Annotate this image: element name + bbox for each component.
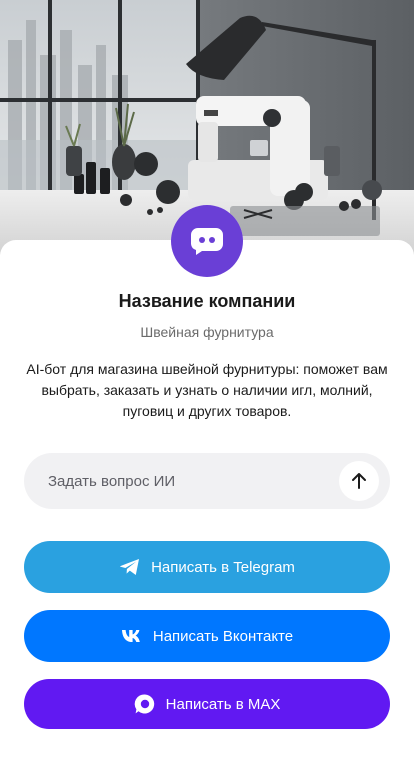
vk-button-label: Написать Вконтакте xyxy=(152,627,294,645)
vk-icon xyxy=(121,629,143,643)
arrow-up-icon xyxy=(352,473,366,489)
telegram-button-label: Написать в Telegram xyxy=(151,558,295,576)
company-logo xyxy=(171,205,243,277)
landing-page: Название компании Швейная фурнитура AI-б… xyxy=(0,0,414,770)
logo-badge xyxy=(171,205,243,277)
vk-button[interactable]: Написать Вконтакте xyxy=(24,610,390,662)
company-description: AI-бот для магазина швейной фурнитуры: п… xyxy=(26,361,388,419)
max-button-label: Написать в MAX xyxy=(165,695,281,713)
telegram-button[interactable]: Написать в Telegram xyxy=(24,541,390,593)
send-button[interactable] xyxy=(339,461,379,501)
max-icon xyxy=(134,693,156,715)
ask-ai-input[interactable] xyxy=(48,453,328,509)
ask-ai-field xyxy=(24,453,390,509)
max-button[interactable]: Написать в MAX xyxy=(24,679,390,729)
company-name: Название компании xyxy=(118,291,296,311)
telegram-icon xyxy=(119,558,141,576)
company-subtitle: Швейная фурнитура xyxy=(140,324,274,340)
chat-bot-icon xyxy=(191,228,223,255)
